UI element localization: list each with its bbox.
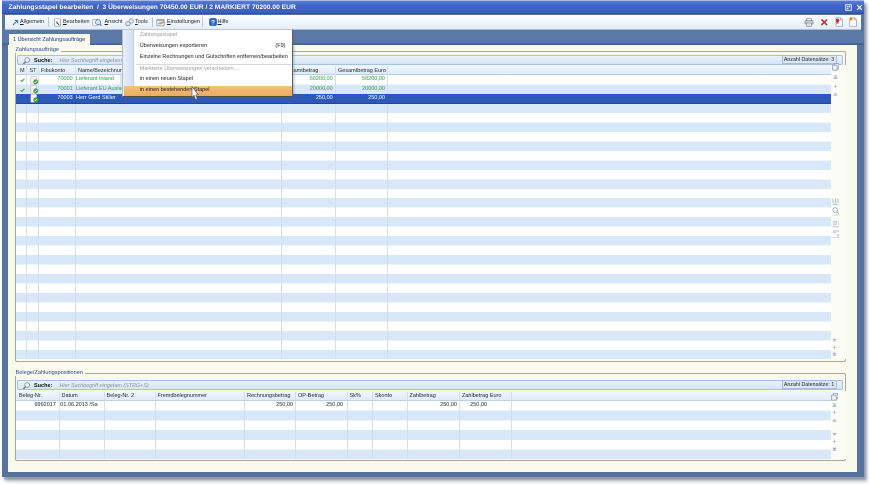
svg-text:?: ? bbox=[210, 19, 214, 26]
